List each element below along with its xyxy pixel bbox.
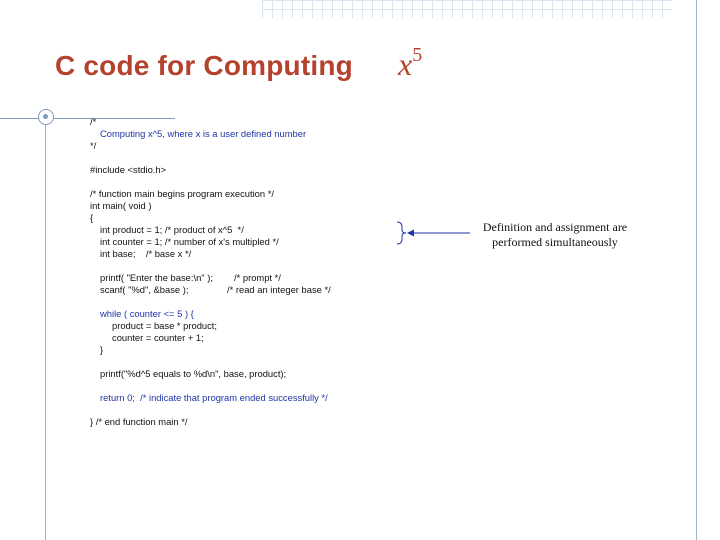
title-math-exponent: 5 [412, 44, 423, 66]
code-line: /* function main begins program executio… [90, 188, 274, 199]
title-math-base: x [398, 46, 413, 82]
code-line: int base; /* base x */ [100, 248, 192, 259]
code-line: int counter = 1; /* number of x's multip… [100, 236, 279, 247]
code-line: #include <stdio.h> [90, 164, 167, 175]
annotation-callout: Definition and assignment are performed … [470, 220, 640, 250]
decorative-grid [262, 0, 672, 18]
bullet-circle-icon [38, 109, 54, 125]
decorative-left-line [45, 117, 46, 540]
annotation-line: Definition and assignment are [482, 220, 628, 234]
code-line: { [90, 212, 94, 223]
decorative-right-line [696, 0, 697, 540]
code-line: return 0; /* indicate that program ended… [100, 392, 328, 403]
code-line: int product = 1; /* product of x^5 */ [100, 224, 244, 235]
code-line: int main( void ) [90, 200, 152, 211]
code-line: Computing x^5, where x is a user defined… [100, 128, 307, 139]
annotation-line: performed simultaneously [492, 235, 618, 249]
code-line: printf("%d^5 equals to %d\n", base, prod… [100, 368, 287, 379]
code-line: printf( "Enter the base:\n" ); [100, 272, 213, 283]
code-line: */ [90, 140, 97, 151]
code-comment: /* read an integer base */ [227, 284, 331, 295]
code-comment: /* prompt */ [234, 272, 281, 283]
code-line: scanf( "%d", &base ); [100, 284, 189, 295]
decorative-title-rule [0, 118, 175, 119]
arrow-left-icon [407, 229, 470, 237]
code-line: counter = counter + 1; [112, 332, 204, 343]
title-math-expression: x5 [398, 45, 422, 82]
code-line: while ( counter <= 5 ) { [100, 308, 194, 319]
code-line: /* [90, 116, 97, 127]
code-line: product = base * product; [112, 320, 218, 331]
slide-title: C code for Computing [55, 50, 353, 81]
code-line: } [100, 344, 104, 355]
code-line: } /* end function main */ [90, 416, 188, 427]
